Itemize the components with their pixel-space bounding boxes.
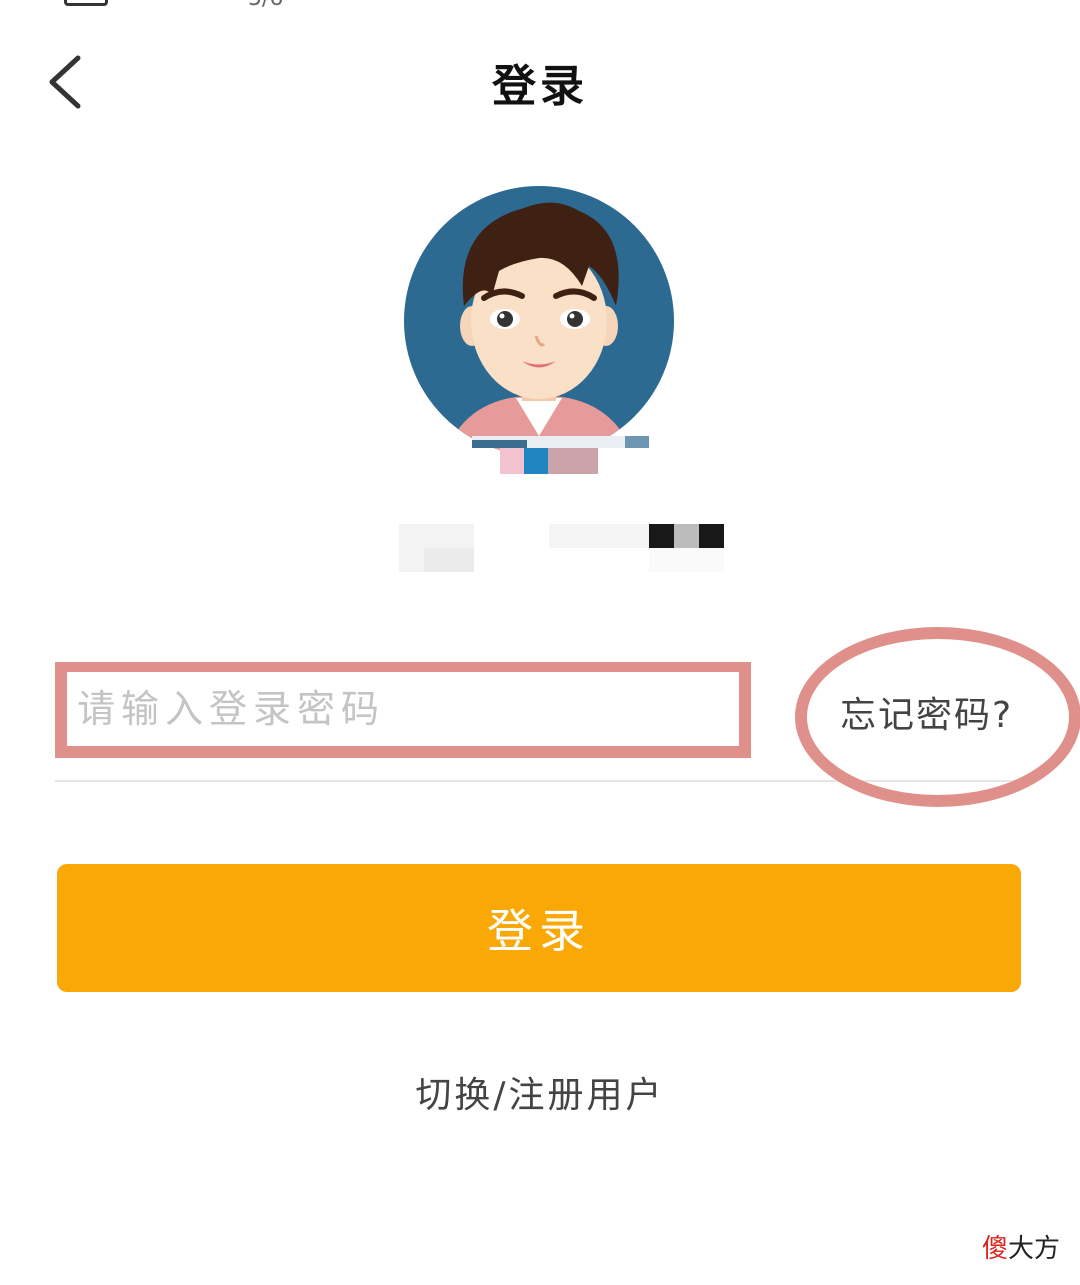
status-bar: 5/6 xyxy=(0,0,1080,11)
switch-register-link[interactable]: 切换/注册用户 xyxy=(0,1066,1080,1118)
page-title: 登录 xyxy=(492,61,588,112)
forgot-password-link[interactable]: 忘记密码? xyxy=(840,686,1013,738)
watermark: 傻大方 xyxy=(982,1228,1060,1265)
avatar xyxy=(404,186,674,456)
status-text: 5/6 xyxy=(248,0,283,11)
password-input[interactable] xyxy=(55,662,751,758)
watermark-rest: 大方 xyxy=(1007,1234,1060,1264)
watermark-first: 傻 xyxy=(981,1234,1008,1264)
login-button[interactable]: 登录 xyxy=(57,864,1021,992)
network-icon xyxy=(64,0,108,6)
